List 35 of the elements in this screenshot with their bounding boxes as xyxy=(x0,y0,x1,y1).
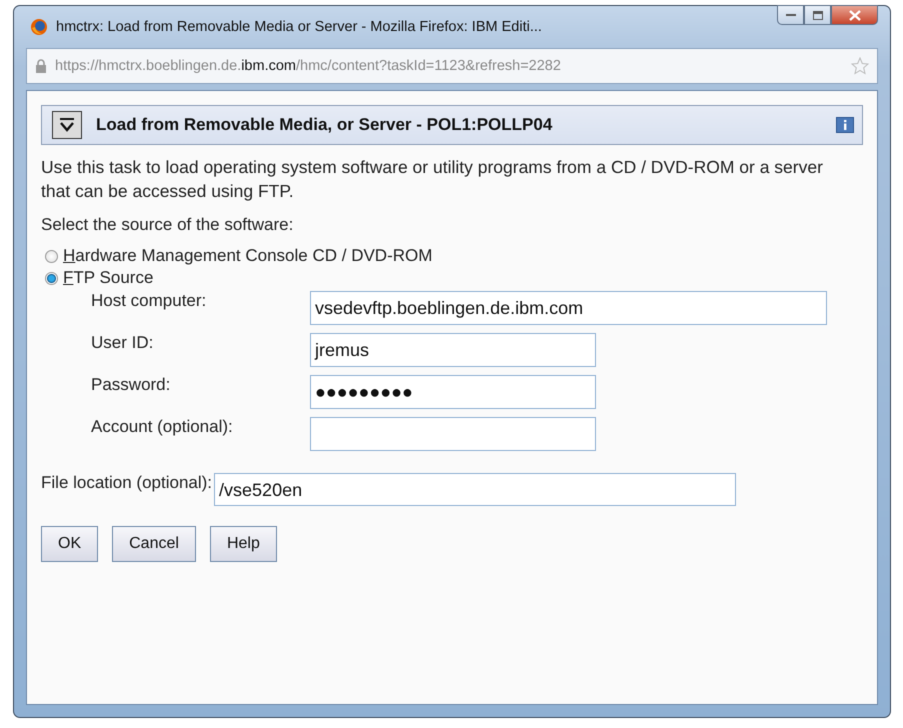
maximize-icon xyxy=(812,10,822,20)
radio-button[interactable] xyxy=(45,250,58,262)
collapse-button[interactable] xyxy=(52,111,82,139)
minimize-button[interactable] xyxy=(777,5,804,25)
field-label: Host computer: xyxy=(91,291,208,311)
field-label: User ID: xyxy=(91,333,154,353)
field-label: Account (optional): xyxy=(91,417,234,437)
radio-button[interactable] xyxy=(45,272,58,284)
description-text: Use this task to load operating system software or utility programs from a CD / DVD-ROM or a server that can be accessed using FTP. xyxy=(41,156,824,203)
info-icon[interactable] xyxy=(836,117,854,133)
minimize-icon xyxy=(786,13,796,17)
radio-option[interactable]: FTP Source xyxy=(45,267,154,289)
input-field[interactable]: ●●●●●●●●● xyxy=(310,375,596,409)
lock-icon xyxy=(35,59,47,73)
source-prompt: Select the source of the software: xyxy=(41,215,294,235)
dialog-button[interactable]: Cancel xyxy=(112,526,196,562)
input-field[interactable]: /vse520en xyxy=(214,473,736,506)
field-label: File location (optional): xyxy=(41,473,212,493)
close-button[interactable] xyxy=(831,5,878,25)
chevron-down-icon xyxy=(59,118,75,132)
radio-option[interactable]: Hardware Management Console CD / DVD-ROM xyxy=(45,245,432,267)
close-icon xyxy=(848,10,860,20)
field-label: Password: xyxy=(91,375,172,395)
window-title: hmctrx: Load from Removable Media or Server - Mozilla Firefox: IBM Editi... xyxy=(56,19,543,35)
star-icon[interactable] xyxy=(851,57,869,75)
url-text: https://hmctrx.boeblingen.de.ibm.com/hmc/content?taskId=1123&refresh=2282 xyxy=(55,58,562,74)
address-bar[interactable]: https://hmctrx.boeblingen.de.ibm.com/hmc/content?taskId=1123&refresh=2282 xyxy=(26,48,878,84)
dialog-button[interactable]: Help xyxy=(210,526,277,562)
input-field[interactable]: vsedevftp.boeblingen.de.ibm.com xyxy=(310,291,827,325)
browser-logo-icon xyxy=(30,18,48,36)
maximize-button[interactable] xyxy=(804,5,831,25)
input-field[interactable]: jremus xyxy=(310,333,596,367)
input-field[interactable] xyxy=(310,417,596,451)
dialog-button[interactable]: OK xyxy=(41,526,98,562)
panel-title: Load from Removable Media, or Server - POL1:POLLP04 xyxy=(96,115,554,135)
